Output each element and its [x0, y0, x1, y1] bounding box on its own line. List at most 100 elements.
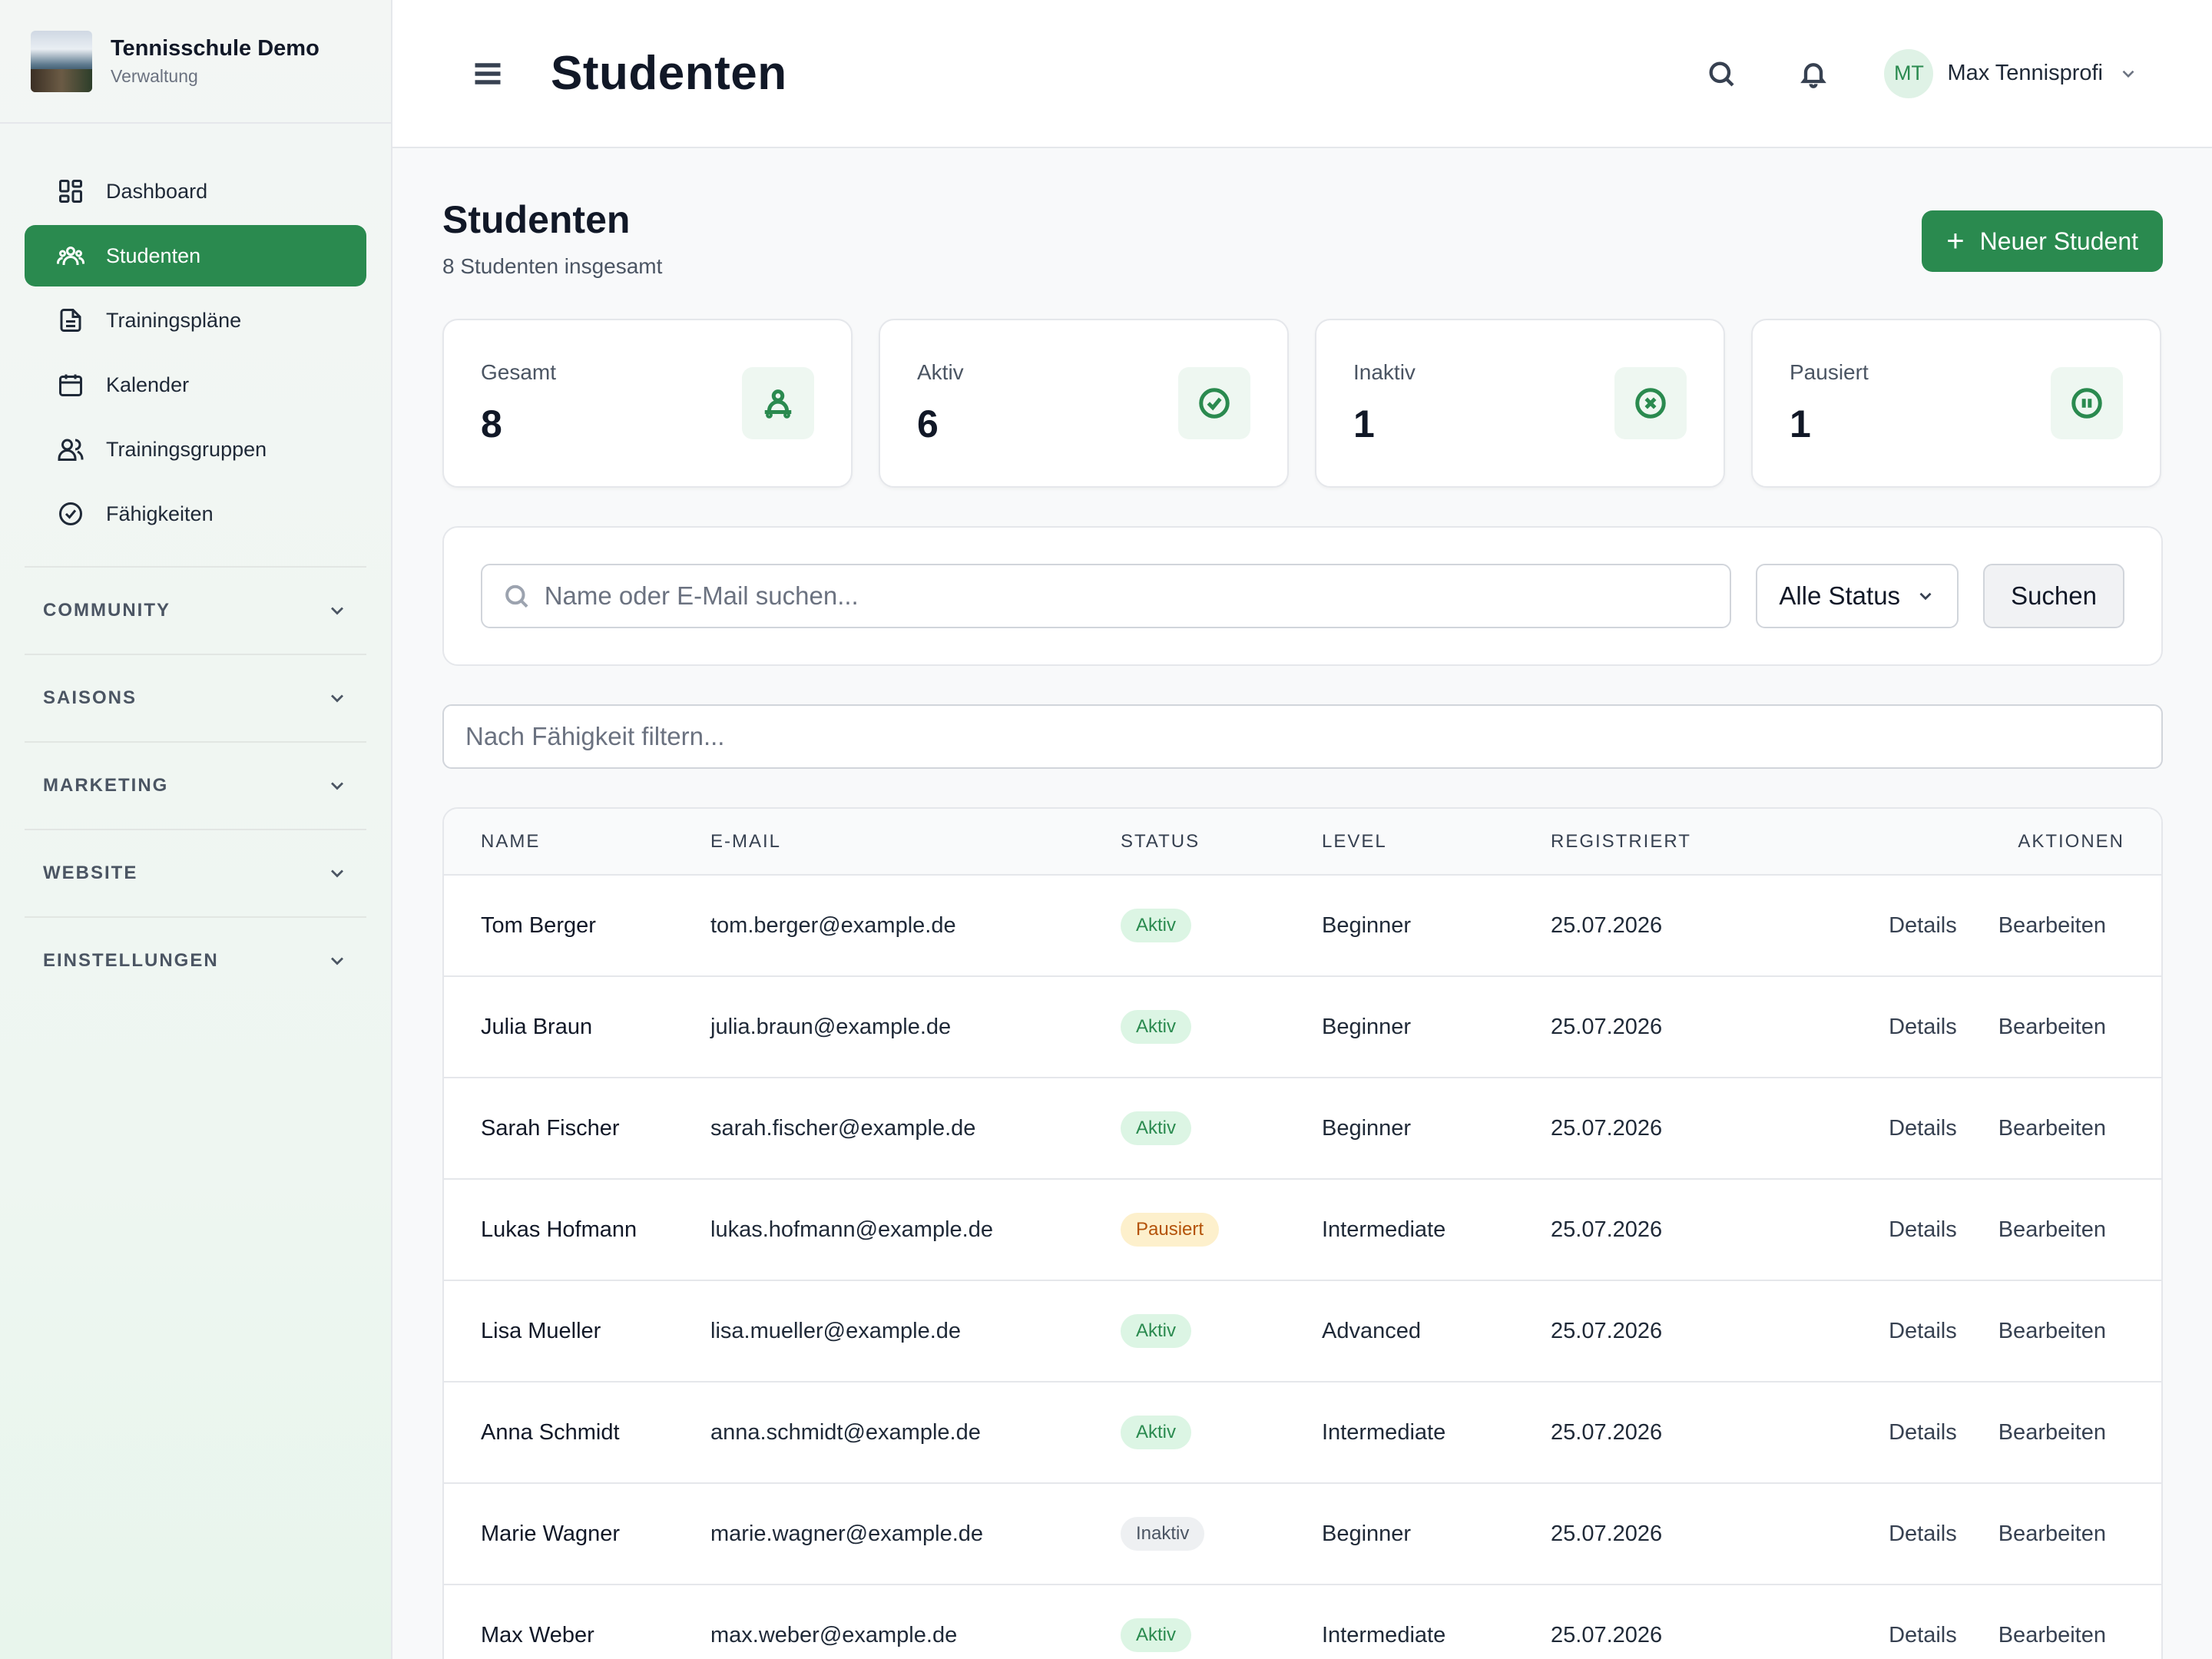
table-row[interactable]: Julia Braun julia.braun@example.de Aktiv…	[444, 976, 2161, 1078]
sidebar-section-saisons[interactable]: SAISONS	[25, 654, 366, 741]
brand-title: Tennisschule Demo	[111, 35, 320, 61]
status-cell: Aktiv	[1121, 875, 1322, 977]
actions-cell: Details Bearbeiten	[1843, 1584, 2161, 1659]
student-email: sarah.fischer@example.de	[710, 1078, 1121, 1180]
menu-button[interactable]	[469, 55, 506, 92]
student-registered: 25.07.2026	[1551, 1280, 1843, 1382]
section-label: SAISONS	[43, 687, 137, 708]
student-level: Intermediate	[1322, 1584, 1551, 1659]
sidebar-item-kalender[interactable]: Kalender	[25, 354, 366, 416]
stat-label: Inaktiv	[1353, 360, 1416, 384]
student-count: 8 Studenten insgesamt	[442, 254, 663, 278]
check-circle-icon	[55, 498, 86, 529]
status-select[interactable]: Alle Status	[1756, 564, 1959, 628]
sidebar-item-trainingsgruppen[interactable]: Trainingsgruppen	[25, 419, 366, 480]
status-badge: Aktiv	[1121, 1010, 1192, 1044]
search-input[interactable]	[544, 581, 1730, 611]
brand[interactable]: Tennisschule Demo Verwaltung	[0, 0, 391, 124]
details-link[interactable]: Details	[1889, 913, 1957, 938]
section-label: MARKETING	[43, 775, 169, 796]
notifications-button[interactable]	[1792, 52, 1835, 95]
student-email: marie.wagner@example.de	[710, 1483, 1121, 1585]
status-badge: Inaktiv	[1121, 1517, 1205, 1551]
sidebar-item-studenten[interactable]: Studenten	[25, 225, 366, 286]
skill-filter-input[interactable]	[465, 722, 2161, 751]
sidebar-section-einstellungen[interactable]: EINSTELLUNGEN	[25, 916, 366, 1004]
edit-link[interactable]: Bearbeiten	[1998, 1522, 2106, 1546]
new-student-button[interactable]: + Neuer Student	[1922, 210, 2163, 272]
column-header-level[interactable]: LEVEL	[1322, 809, 1551, 876]
search-button[interactable]	[1700, 52, 1743, 95]
edit-link[interactable]: Bearbeiten	[1998, 913, 2106, 938]
sidebar-item-label: Kalender	[106, 373, 190, 396]
status-badge: Aktiv	[1121, 1618, 1192, 1652]
edit-link[interactable]: Bearbeiten	[1998, 1015, 2106, 1039]
main-header: Studenten 8 Studenten insgesamt + Neuer …	[442, 197, 2163, 279]
actions-cell: Details Bearbeiten	[1843, 1179, 2161, 1281]
sidebar-item-trainingsplaene[interactable]: Trainingspläne	[25, 290, 366, 351]
sidebar-item-faehigkeiten[interactable]: Fähigkeiten	[25, 483, 366, 545]
student-registered: 25.07.2026	[1551, 1078, 1843, 1180]
student-registered: 25.07.2026	[1551, 1483, 1843, 1585]
calendar-icon	[55, 369, 86, 400]
student-level: Intermediate	[1322, 1382, 1551, 1484]
table-row[interactable]: Anna Schmidt anna.schmidt@example.de Akt…	[444, 1382, 2161, 1484]
student-level: Beginner	[1322, 1078, 1551, 1180]
edit-link[interactable]: Bearbeiten	[1998, 1116, 2106, 1141]
sidebar-section-community[interactable]: COMMUNITY	[25, 566, 366, 654]
table-row[interactable]: Marie Wagner marie.wagner@example.de Ina…	[444, 1483, 2161, 1585]
sidebar: Tennisschule Demo Verwaltung Dashboard S…	[0, 0, 392, 1659]
user-menu[interactable]: MT Max Tennisprofi	[1884, 48, 2138, 98]
student-registered: 25.07.2026	[1551, 1382, 1843, 1484]
search-icon	[505, 584, 528, 608]
edit-link[interactable]: Bearbeiten	[1998, 1623, 2106, 1647]
column-header-status[interactable]: STATUS	[1121, 809, 1322, 876]
dashboard-icon	[55, 176, 86, 207]
search-bar: Alle Status Suchen	[442, 526, 2163, 666]
search-field[interactable]	[481, 564, 1732, 628]
details-link[interactable]: Details	[1889, 1420, 1957, 1445]
x-circle-icon	[1614, 367, 1687, 439]
avatar: MT	[1884, 48, 1934, 98]
details-link[interactable]: Details	[1889, 1116, 1957, 1141]
column-header-email[interactable]: E-MAIL	[710, 809, 1121, 876]
search-submit-button[interactable]: Suchen	[1983, 564, 2124, 628]
student-name: Julia Braun	[444, 976, 710, 1078]
group-icon	[55, 434, 86, 465]
sidebar-item-dashboard[interactable]: Dashboard	[25, 161, 366, 222]
section-label: COMMUNITY	[43, 600, 171, 621]
student-email: lukas.hofmann@example.de	[710, 1179, 1121, 1281]
sidebar-section-marketing[interactable]: MARKETING	[25, 741, 366, 829]
users-icon	[55, 240, 86, 271]
skill-filter-field[interactable]	[442, 704, 2163, 769]
table-row[interactable]: Max Weber max.weber@example.de Aktiv Int…	[444, 1584, 2161, 1659]
stats-row: Gesamt 8 Aktiv 6 Inaktiv 1 Pausiert 1	[442, 319, 2163, 488]
actions-cell: Details Bearbeiten	[1843, 1078, 2161, 1180]
details-link[interactable]: Details	[1889, 1319, 1957, 1343]
edit-link[interactable]: Bearbeiten	[1998, 1420, 2106, 1445]
column-header-name[interactable]: NAME	[444, 809, 710, 876]
student-name: Lisa Mueller	[444, 1280, 710, 1382]
top-header: Studenten MT Max Tennisprofi	[392, 0, 2212, 148]
details-link[interactable]: Details	[1889, 1217, 1957, 1242]
table-row[interactable]: Sarah Fischer sarah.fischer@example.de A…	[444, 1078, 2161, 1180]
table-row[interactable]: Lisa Mueller lisa.mueller@example.de Akt…	[444, 1280, 2161, 1382]
edit-link[interactable]: Bearbeiten	[1998, 1319, 2106, 1343]
edit-link[interactable]: Bearbeiten	[1998, 1217, 2106, 1242]
plus-icon: +	[1946, 224, 1965, 258]
table-row[interactable]: Lukas Hofmann lukas.hofmann@example.de P…	[444, 1179, 2161, 1281]
sidebar-section-website[interactable]: WEBSITE	[25, 829, 366, 916]
details-link[interactable]: Details	[1889, 1623, 1957, 1647]
column-header-registered[interactable]: REGISTRIERT	[1551, 809, 1843, 876]
student-level: Beginner	[1322, 1483, 1551, 1585]
table-row[interactable]: Tom Berger tom.berger@example.de Aktiv B…	[444, 875, 2161, 977]
status-cell: Aktiv	[1121, 976, 1322, 1078]
details-link[interactable]: Details	[1889, 1015, 1957, 1039]
stat-value: 6	[917, 402, 939, 445]
chevron-down-icon	[2122, 70, 2134, 78]
details-link[interactable]: Details	[1889, 1522, 1957, 1546]
student-registered: 25.07.2026	[1551, 1179, 1843, 1281]
student-email: lisa.mueller@example.de	[710, 1280, 1121, 1382]
brand-subtitle: Verwaltung	[111, 65, 198, 86]
